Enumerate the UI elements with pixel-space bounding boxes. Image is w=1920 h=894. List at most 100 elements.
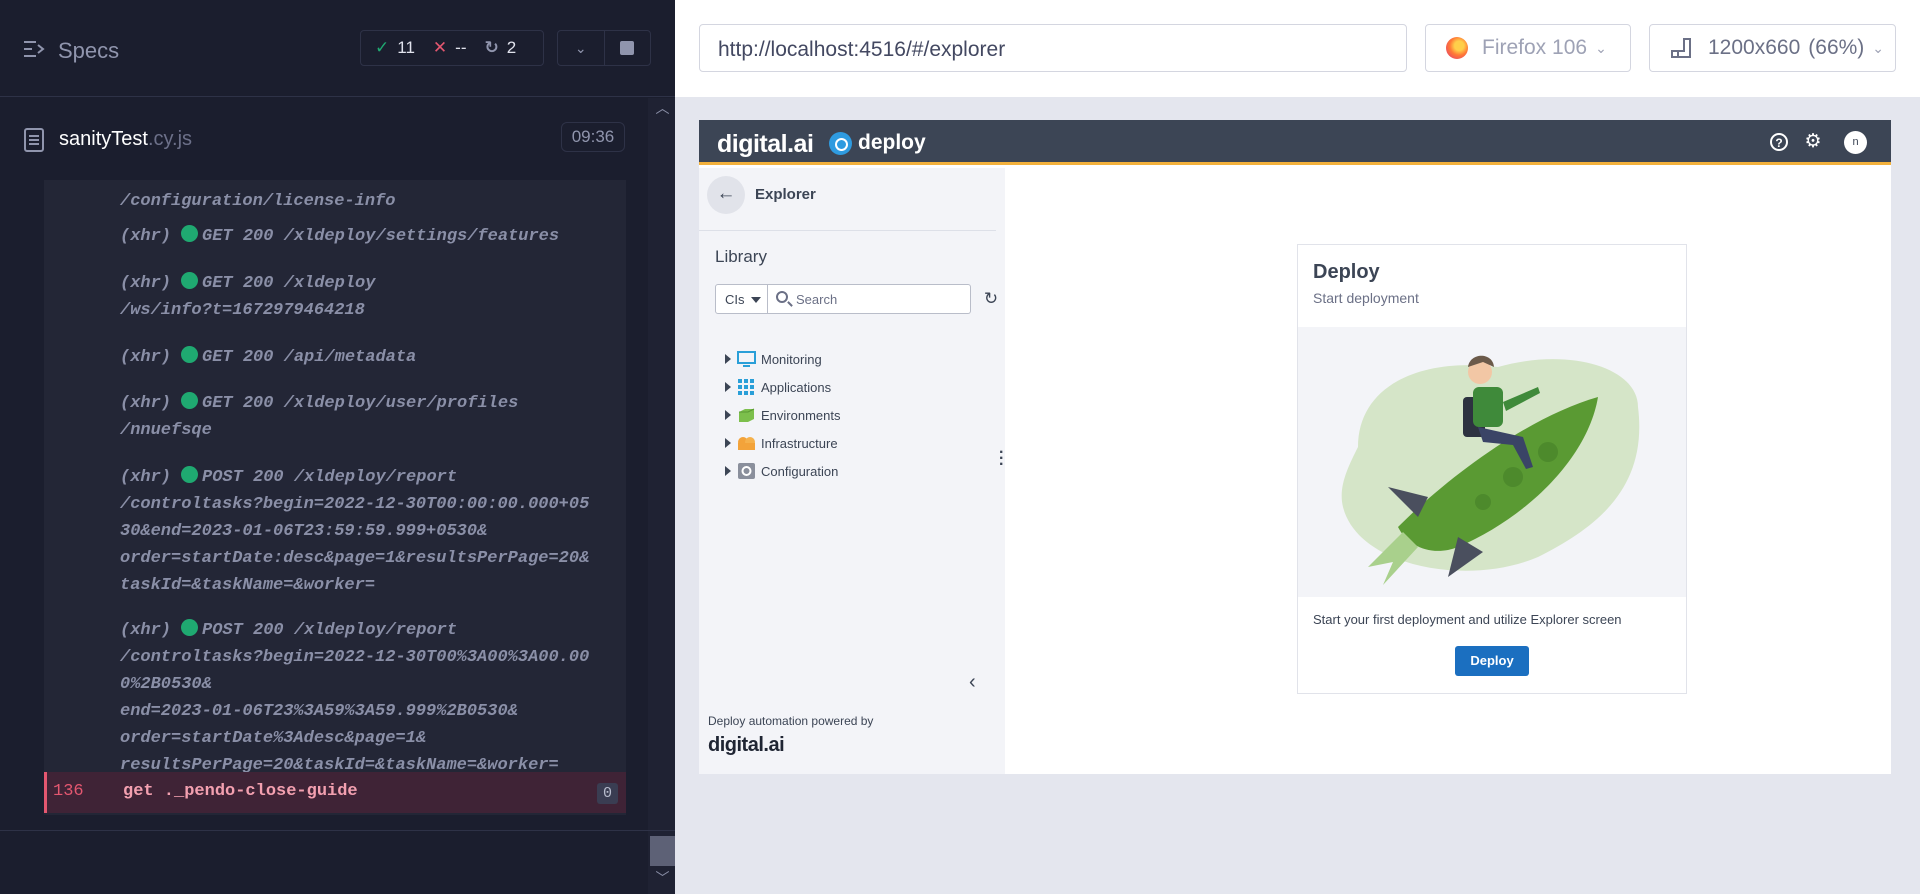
chevron-left-icon[interactable]: ‹ xyxy=(969,671,976,694)
stop-icon xyxy=(620,41,635,55)
tree-label: Applications xyxy=(761,379,832,395)
card-description: Start your first deployment and utilize … xyxy=(1313,612,1622,627)
scroll-up-icon[interactable]: ︿ xyxy=(650,98,675,118)
aut-toolbar: http://localhost:4516/#/explorer Firefox… xyxy=(675,0,1920,97)
rocket-rider-illustration xyxy=(1341,355,1640,585)
expand-caret-icon[interactable] xyxy=(725,466,731,476)
specs-title[interactable]: Specs xyxy=(58,38,119,64)
deploy-logo[interactable]: deploy xyxy=(829,131,926,155)
spec-ext-text: .cy.js xyxy=(147,128,193,150)
tree-item-environments[interactable]: Environments xyxy=(725,404,840,426)
log-text: order=startDate%3Adesc&page=1& xyxy=(120,729,427,748)
status-dot-icon xyxy=(181,619,199,636)
scrollbar-track[interactable] xyxy=(648,98,675,894)
passed-count: 11 xyxy=(397,38,415,57)
status-dot-icon xyxy=(181,346,199,363)
library-title: Library xyxy=(715,247,767,266)
command-count-badge: 0 xyxy=(596,783,618,804)
specs-header: Specs ✓ 11 ✕ -- ↻ 2 ⌄ xyxy=(0,0,675,97)
log-type: (xhr) xyxy=(120,274,172,293)
digital-ai-footer-logo: digital.ai xyxy=(708,734,785,756)
expand-caret-icon[interactable] xyxy=(725,410,731,420)
check-icon: ✓ xyxy=(375,38,390,57)
stop-button[interactable] xyxy=(603,31,651,65)
log-entry[interactable]: (xhr) POST 200 /xldeploy/report xyxy=(120,617,457,644)
viewport-selector[interactable]: 1200x660 (66%) ⌄ xyxy=(1649,24,1896,72)
tree-label: Monitoring xyxy=(761,351,822,367)
powered-by-text: Deploy automation powered by xyxy=(708,714,874,728)
log-text: /controltasks?begin=2022-12-30T00:00:00.… xyxy=(120,495,590,514)
tree-item-monitoring[interactable]: Monitoring xyxy=(725,348,822,370)
log-entry[interactable]: (xhr) GET 200 /xldeploy/settings/features xyxy=(120,223,559,250)
search-input[interactable]: Search xyxy=(768,284,971,314)
scroll-down-icon[interactable]: ﹀ xyxy=(650,868,675,890)
chevron-down-icon[interactable]: ⌄ xyxy=(558,31,604,65)
app-header: digital.ai deploy ? ⚙ n xyxy=(699,120,1891,165)
help-icon[interactable]: ? xyxy=(1770,133,1788,151)
configuration-gear-icon xyxy=(738,463,755,479)
gear-icon[interactable]: ⚙ xyxy=(1803,132,1823,152)
log-text: POST 200 /xldeploy/report xyxy=(202,468,458,487)
environments-icon xyxy=(739,408,755,422)
log-entry[interactable]: (xhr) GET 200 /xldeploy xyxy=(120,270,375,297)
log-text: GET 200 /xldeploy xyxy=(202,274,376,293)
log-text: order=startDate:desc&page=1&resultsPerPa… xyxy=(120,549,590,568)
status-dot-icon xyxy=(181,392,199,409)
failed-count: -- xyxy=(455,38,467,57)
scrollbar-thumb[interactable] xyxy=(650,836,675,866)
ci-type-select[interactable]: CIs xyxy=(715,284,768,314)
rocket-illustration xyxy=(1298,327,1686,597)
log-entry[interactable]: (xhr) POST 200 /xldeploy/report xyxy=(120,464,457,491)
product-name: deploy xyxy=(858,131,926,154)
passed-stat: ✓ 11 xyxy=(375,38,415,58)
expand-caret-icon[interactable] xyxy=(725,382,731,392)
status-dot-icon xyxy=(181,225,199,242)
explorer-sidebar: ← Explorer Library CIs Search ↻ Monitori… xyxy=(699,168,1005,774)
infrastructure-icon xyxy=(738,437,755,450)
deploy-card: Deploy Start deployment Start your first… xyxy=(1297,244,1687,694)
pending-count: 2 xyxy=(506,38,517,57)
specs-list-icon[interactable] xyxy=(24,40,46,58)
log-type: (xhr) xyxy=(120,468,172,487)
url-field[interactable]: http://localhost:4516/#/explorer xyxy=(699,24,1407,72)
expand-caret-icon[interactable] xyxy=(725,438,731,448)
expand-caret-icon[interactable] xyxy=(725,354,731,364)
log-text: 0%2B0530& xyxy=(120,675,212,694)
log-text: GET 200 /xldeploy/settings/features xyxy=(202,227,560,246)
refresh-icon[interactable]: ↻ xyxy=(982,290,1000,308)
log-type: (xhr) xyxy=(120,621,172,640)
digital-ai-logo[interactable]: digital.ai xyxy=(717,130,814,159)
tree-item-infrastructure[interactable]: Infrastructure xyxy=(725,432,838,454)
viewport-icon xyxy=(1671,38,1691,58)
log-entry[interactable]: (xhr) GET 200 /api/metadata xyxy=(120,344,416,371)
tree-item-applications[interactable]: Applications xyxy=(725,376,831,398)
deploy-app-frame: digital.ai deploy ? ⚙ n ← Explorer Libra… xyxy=(699,120,1891,774)
log-text: /nnuefsqe xyxy=(120,421,212,440)
browser-label: Firefox 106 xyxy=(1482,36,1588,59)
avatar[interactable]: n xyxy=(1844,131,1867,154)
log-entry[interactable]: (xhr) GET 200 /xldeploy/user/profiles xyxy=(120,390,518,417)
status-dot-icon xyxy=(181,272,199,289)
back-arrow-icon[interactable]: ← xyxy=(707,176,745,214)
viewport-size: 1200x660 xyxy=(1708,36,1801,59)
test-stats: ✓ 11 ✕ -- ↻ 2 xyxy=(360,30,544,66)
browser-selector[interactable]: Firefox 106 ⌄ xyxy=(1425,24,1631,72)
spinner-icon: ↻ xyxy=(484,38,499,57)
chevron-down-icon: ⌄ xyxy=(1872,39,1885,56)
chevron-down-icon: ⌄ xyxy=(1595,39,1607,56)
log-text: /ws/info?t=1672979464218 xyxy=(120,301,365,320)
current-command-row[interactable]: 136 get ._pendo-close-guide 0 xyxy=(44,772,626,813)
failed-stat: ✕ -- xyxy=(433,38,467,58)
divider xyxy=(699,230,996,231)
command-name: get ._pendo-close-guide xyxy=(123,782,358,801)
search-icon xyxy=(776,291,788,303)
tree-label: Environments xyxy=(761,407,841,423)
deploy-button[interactable]: Deploy xyxy=(1455,646,1529,676)
deploy-badge-icon xyxy=(829,131,852,155)
tree-item-configuration[interactable]: Configuration xyxy=(725,460,838,482)
log-text: GET 200 /xldeploy/user/profiles xyxy=(202,394,519,413)
applications-grid-icon xyxy=(738,379,754,395)
log-text: GET 200 /api/metadata xyxy=(202,348,417,367)
resize-handle-icon[interactable]: · · · xyxy=(999,445,1004,473)
spec-file-row[interactable]: sanityTest.cy.js 09:36 xyxy=(0,98,630,178)
